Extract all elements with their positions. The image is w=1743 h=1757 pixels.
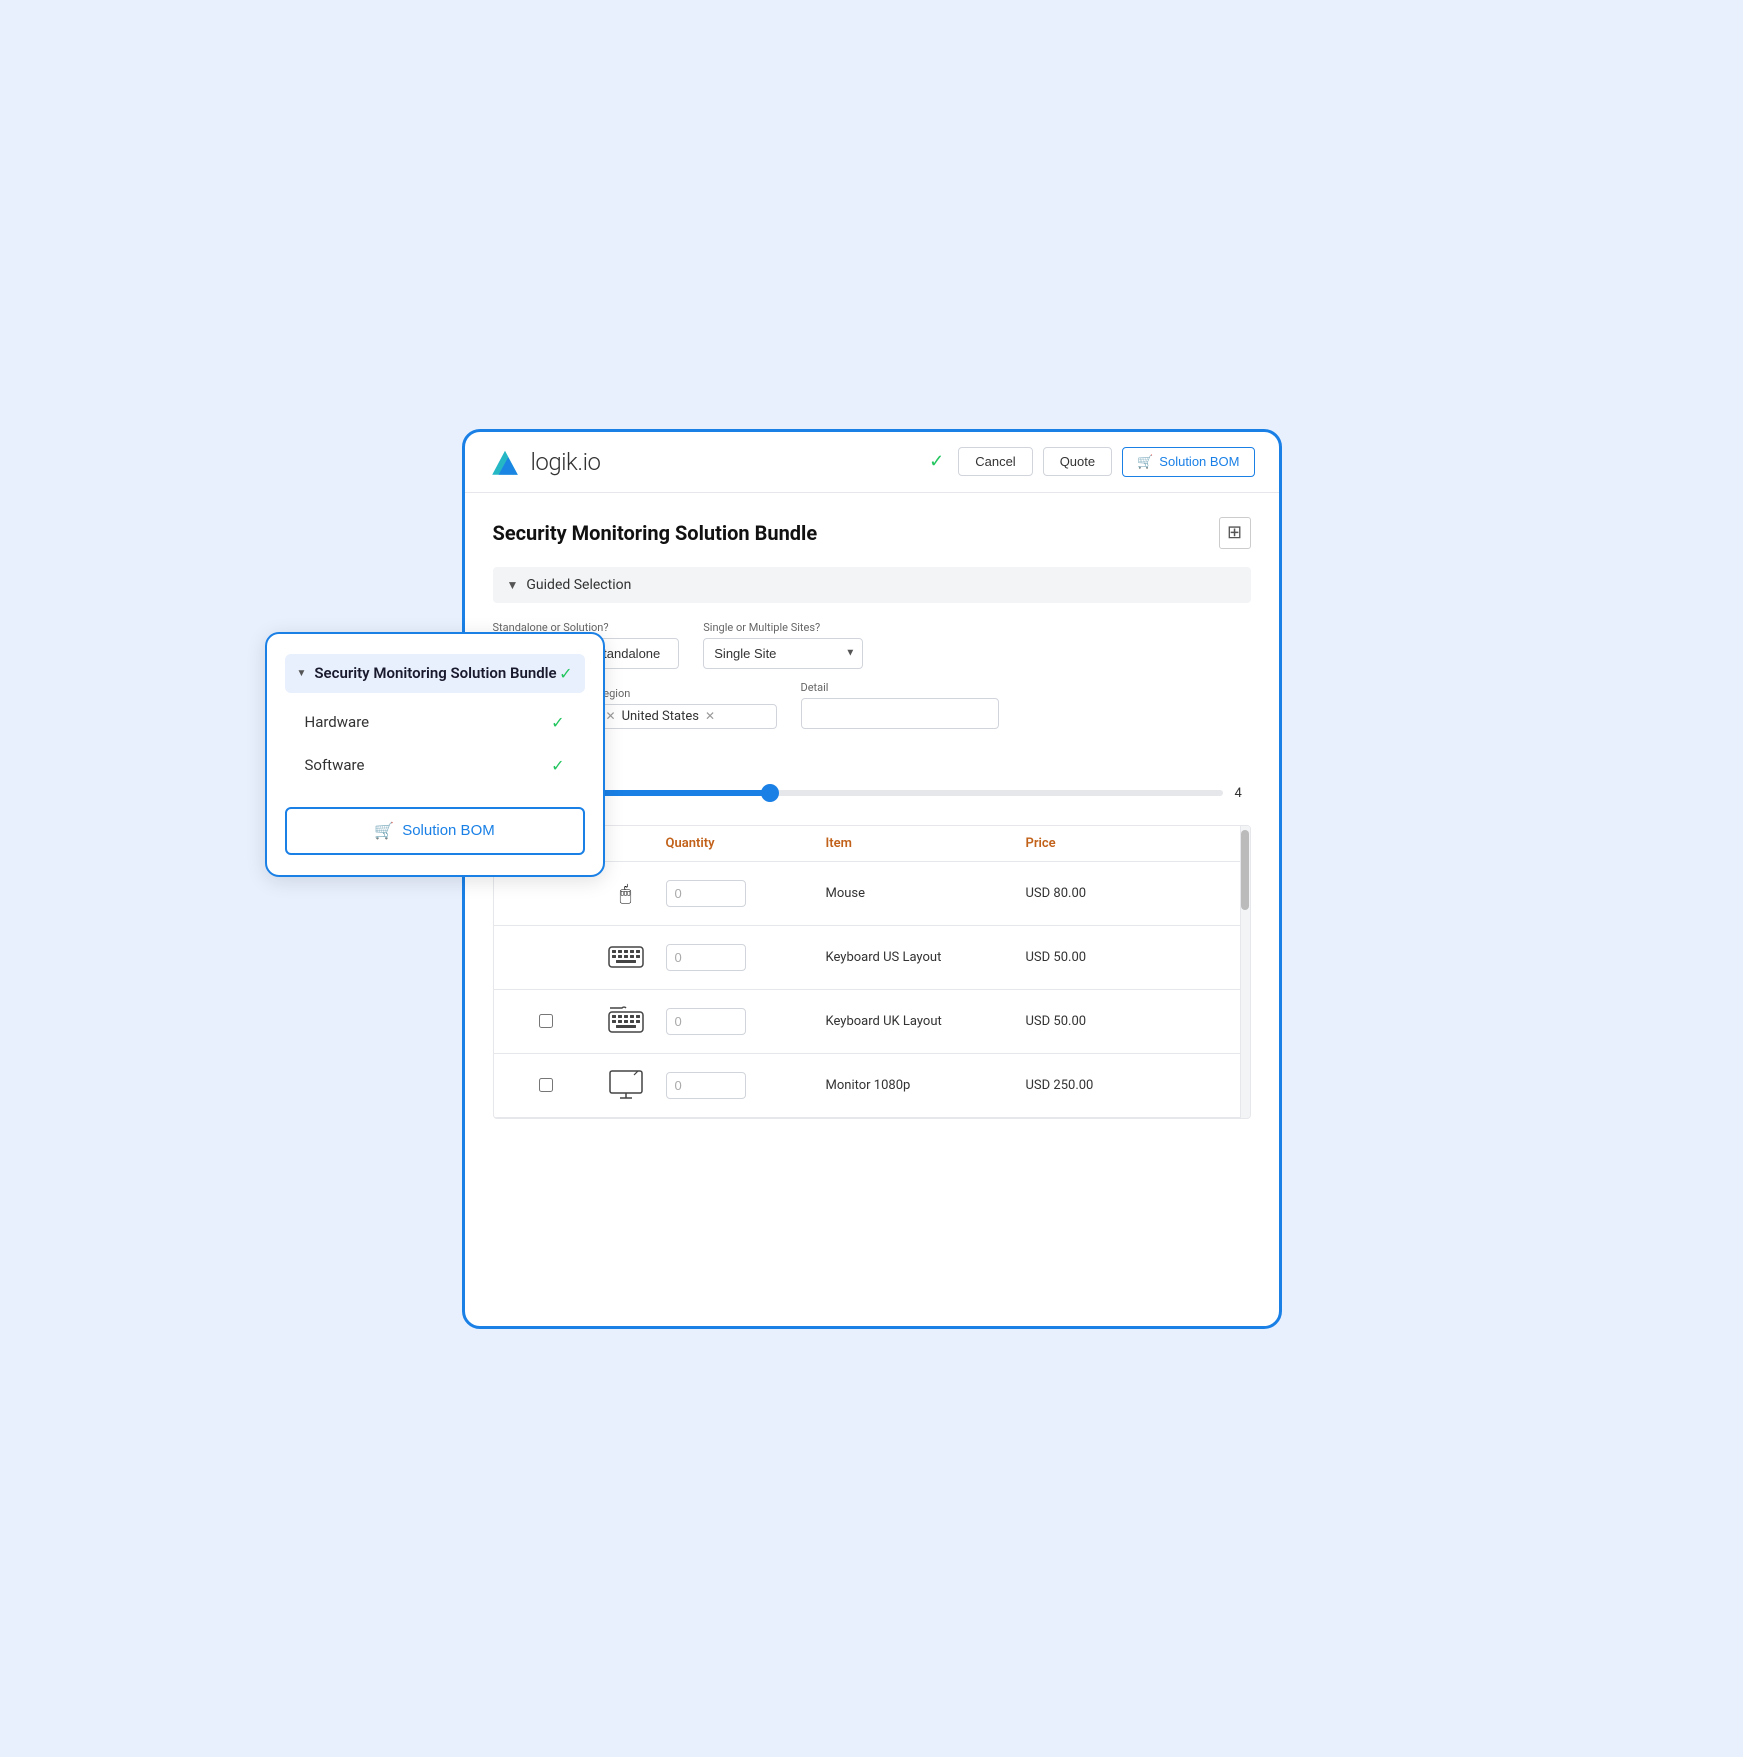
keyboard-icon — [608, 943, 644, 971]
row4-qty-cell — [666, 1072, 826, 1099]
row3-qty-cell — [666, 1008, 826, 1035]
sidebar-sub-item-hardware[interactable]: Hardware ✓ — [285, 701, 585, 744]
row3-checkbox[interactable] — [539, 1014, 553, 1028]
row1-qty-input[interactable] — [666, 880, 746, 907]
slider-section: Number of Doors 0 - 10 4 — [493, 749, 1251, 801]
th-price: Price — [1026, 836, 1238, 851]
form-row-2: Region ✕ United States ✕ Detail — [493, 681, 1251, 729]
sidebar-main-item[interactable]: ▼ Security Monitoring Solution Bundle ✓ — [285, 654, 585, 693]
triangle-icon: ▼ — [297, 668, 307, 679]
cart-icon-sidebar: 🛒 — [374, 821, 394, 841]
th-item: Item — [826, 836, 1026, 851]
cancel-button[interactable]: Cancel — [958, 447, 1032, 476]
row4-item: Monitor 1080p — [826, 1078, 1026, 1093]
row2-item: Keyboard US Layout — [826, 950, 1026, 965]
form-row-1: Standalone or Solution? Solution Standal… — [493, 621, 1251, 669]
solution-bom-header-label: Solution BOM — [1159, 454, 1239, 469]
slider-value: 4 — [1235, 786, 1251, 801]
detail-input[interactable] — [801, 698, 999, 729]
row3-qty-input[interactable] — [666, 1008, 746, 1035]
row2-icon-cell — [586, 943, 666, 971]
slider-row: 4 — [493, 786, 1251, 801]
region-group: Region ✕ United States ✕ — [597, 687, 777, 729]
table-row: Keyboard US Layout USD 50.00 — [494, 926, 1250, 990]
row3-icon-cell — [586, 1006, 666, 1036]
product-table: Quantity Item Price 🖱 Mouse USD 80.00 — [493, 825, 1251, 1119]
row4-icon-cell — [586, 1069, 666, 1101]
table-row: Keyboard UK Layout USD 50.00 — [494, 990, 1250, 1054]
table-header: Quantity Item Price — [494, 826, 1250, 862]
slider-range: 0 - 10 — [493, 765, 1251, 778]
region-tag-input[interactable]: ✕ United States ✕ — [597, 704, 777, 729]
sidebar-main-item-left: ▼ Security Monitoring Solution Bundle — [297, 664, 557, 682]
header: logik.io ✓ Cancel Quote 🛒 Solution BOM — [465, 432, 1279, 493]
form-section: Standalone or Solution? Solution Standal… — [493, 621, 1251, 729]
sidebar-software-check-icon: ✓ — [551, 756, 564, 775]
region-value: United States — [622, 709, 699, 724]
logo-icon — [489, 446, 521, 478]
sidebar-main-label: Security Monitoring Solution Bundle — [314, 664, 556, 682]
row4-qty-input[interactable] — [666, 1072, 746, 1099]
row2-price: USD 50.00 — [1026, 950, 1238, 965]
main-window: logik.io ✓ Cancel Quote 🛒 Solution BOM S… — [462, 429, 1282, 1329]
cart-icon-header: 🛒 — [1137, 454, 1153, 470]
solution-bom-sidebar-label: Solution BOM — [402, 822, 495, 839]
row4-checkbox[interactable] — [539, 1078, 553, 1092]
logo-text: logik.io — [531, 448, 601, 476]
sites-group: Single or Multiple Sites? Single Site Mu… — [703, 621, 863, 669]
region-clear-icon[interactable]: ✕ — [705, 709, 715, 723]
page-title-row: Security Monitoring Solution Bundle ⊞ — [493, 517, 1251, 549]
row3-checkbox-cell[interactable] — [506, 1014, 586, 1028]
mouse-icon: 🖱 — [620, 881, 632, 905]
region-label: Region — [597, 687, 777, 700]
grid-view-icon[interactable]: ⊞ — [1219, 517, 1251, 549]
detail-group: Detail — [801, 681, 999, 729]
scrollbar-thumb[interactable] — [1241, 830, 1249, 910]
monitor-icon — [608, 1069, 644, 1101]
sidebar-hardware-label: Hardware — [305, 713, 370, 731]
row3-price: USD 50.00 — [1026, 1014, 1238, 1029]
sites-label: Single or Multiple Sites? — [703, 621, 863, 634]
slider-thumb[interactable] — [761, 784, 779, 802]
page-title: Security Monitoring Solution Bundle — [493, 521, 818, 545]
row4-price: USD 250.00 — [1026, 1078, 1238, 1093]
sidebar-hardware-check-icon: ✓ — [551, 713, 564, 732]
th-quantity: Quantity — [666, 836, 826, 851]
header-check-icon: ✓ — [929, 451, 944, 472]
slider-label: Number of Doors — [493, 749, 1251, 763]
row3-item: Keyboard UK Layout — [826, 1014, 1026, 1029]
keyboard-uk-icon — [608, 1006, 644, 1036]
row1-price: USD 80.00 — [1026, 886, 1238, 901]
guided-selection-label: Guided Selection — [526, 577, 631, 593]
region-remove-icon[interactable]: ✕ — [606, 709, 616, 723]
scrollbar[interactable] — [1240, 826, 1250, 1118]
solution-bom-sidebar-button[interactable]: 🛒 Solution BOM — [285, 807, 585, 855]
row1-item: Mouse — [826, 886, 1026, 901]
detail-label: Detail — [801, 681, 999, 694]
row4-checkbox-cell[interactable] — [506, 1078, 586, 1092]
sidebar-sub-item-software[interactable]: Software ✓ — [285, 744, 585, 787]
row1-qty-cell — [666, 880, 826, 907]
logo-area: logik.io — [489, 446, 601, 478]
sites-select[interactable]: Single Site Multiple Sites — [703, 638, 863, 669]
table-row: Monitor 1080p USD 250.00 — [494, 1054, 1250, 1118]
quote-button[interactable]: Quote — [1043, 447, 1112, 476]
chevron-down-icon: ▼ — [507, 578, 519, 592]
table-row: 🖱 Mouse USD 80.00 — [494, 862, 1250, 926]
row2-qty-input[interactable] — [666, 944, 746, 971]
row2-qty-cell — [666, 944, 826, 971]
sites-select-wrapper: Single Site Multiple Sites — [703, 638, 863, 669]
sidebar-popup: ▼ Security Monitoring Solution Bundle ✓ … — [265, 632, 605, 877]
sidebar-software-label: Software — [305, 756, 365, 774]
header-actions: ✓ Cancel Quote 🛒 Solution BOM — [929, 447, 1254, 477]
sidebar-main-check-icon: ✓ — [559, 664, 572, 683]
solution-bom-header-button[interactable]: 🛒 Solution BOM — [1122, 447, 1254, 477]
guided-selection-bar[interactable]: ▼ Guided Selection — [493, 567, 1251, 603]
row1-icon-cell: 🖱 — [586, 881, 666, 905]
